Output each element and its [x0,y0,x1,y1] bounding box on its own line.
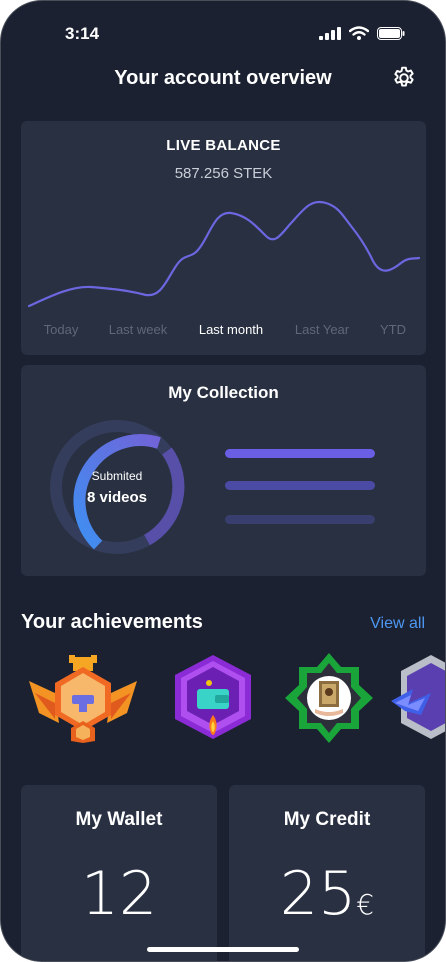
period-ytd[interactable]: YTD [380,322,406,337]
credit-amount: 25 [279,859,357,929]
period-selector: Today Last week Last month Last Year YTD [21,322,426,340]
collection-bar-2 [225,481,375,490]
donut-center: Submited 8 videos [49,419,185,555]
balance-value: 587.256 STEK [174,165,273,182]
donut-caption: Submited [91,468,143,483]
home-indicator[interactable] [147,947,299,952]
live-balance-card: LIVE BALANCE 587.256 STEK Today Last wee… [21,121,426,355]
gear-icon[interactable] [391,65,417,91]
lightning-badge-icon[interactable] [391,653,446,743]
period-last-month[interactable]: Last month [199,322,263,337]
wallet-value: 12 [21,859,217,929]
credit-card[interactable]: My Credit 25€ [229,785,425,961]
achievement-badges [1,653,445,743]
credit-value: 25€ [229,859,425,929]
balance-line [27,200,421,308]
signal-icon [319,26,341,40]
collection-card[interactable]: My Collection Submited 8 videos [21,365,426,576]
framed-portrait-badge-icon[interactable] [285,653,373,743]
page-title: Your account overview [114,67,332,89]
crown-anvil-badge-icon[interactable] [25,653,141,743]
period-today[interactable]: Today [44,322,79,337]
donut-value: 8 videos [86,488,148,506]
balance-line-chart [27,200,421,308]
credit-currency: € [356,888,375,921]
wifi-icon [349,26,369,40]
status-icons [319,26,405,40]
status-time: 3:14 [65,24,100,43]
status-bar: 3:14 [1,23,445,47]
wallet-amount: 12 [80,859,158,929]
credit-label: My Credit [283,809,371,830]
wallet-label: My Wallet [75,809,163,830]
period-last-week[interactable]: Last week [109,322,168,337]
collection-title: My Collection [168,383,279,402]
balance-title: LIVE BALANCE [166,137,281,154]
wallet-card[interactable]: My Wallet 12 [21,785,217,961]
wallet-hexagon-badge-icon[interactable] [169,653,257,743]
collection-bar-1 [225,449,375,458]
view-all-link[interactable]: View all [370,615,425,633]
phone-screen: 3:14 Your account overview LIVE BALANCE … [0,0,446,962]
period-last-year[interactable]: Last Year [295,322,349,337]
battery-icon [377,26,405,40]
achievements-title: Your achievements [21,611,203,633]
collection-bar-3 [225,515,375,524]
